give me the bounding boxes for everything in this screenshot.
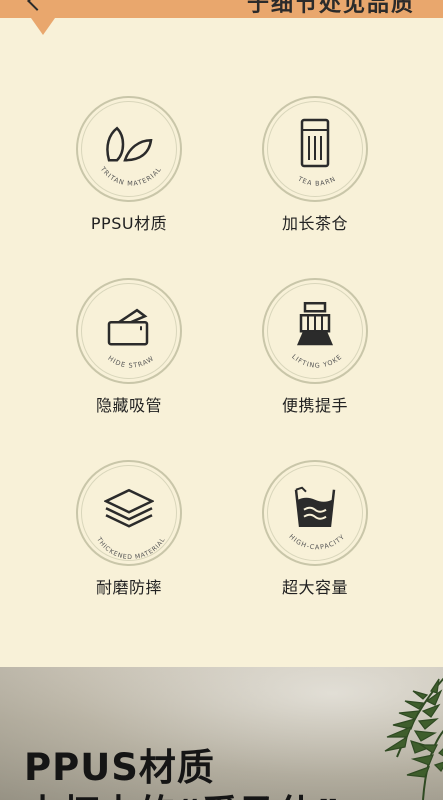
feature-title: PPSU材质 (90, 214, 168, 233)
feature-ppsu-material: TRITAN MATERIAL PPSU材质 (54, 96, 204, 234)
feature-thickened-material: THICKENED MATERIAL 耐磨防摔 (54, 460, 204, 598)
svg-text:THICKENED MATERIAL: THICKENED MATERIAL (95, 535, 167, 561)
svg-text:HIDE STRAW: HIDE STRAW (106, 354, 155, 370)
badge-arc-text: TRITAN MATERIAL (98, 164, 163, 187)
feature-badge: TRITAN MATERIAL (76, 96, 182, 202)
feature-title: 便携提手 (281, 396, 348, 415)
feature-title: 隐藏吸管 (95, 396, 162, 415)
badge-arc-text: TEA BARN (296, 174, 338, 187)
feature-lifting-yoke: LIFTING YOKE 便携提手 (240, 278, 390, 416)
feature-title: 超大容量 (281, 578, 348, 597)
hero-banner: PPUS材质 水杯中的“爱马仕” (0, 667, 443, 800)
badge-arc-text: LIFTING YOKE (290, 353, 344, 370)
feature-tea-barn: TEA BARN 加长茶仓 (240, 96, 390, 234)
badge-arc-text: THICKENED MATERIAL (95, 535, 167, 561)
banner-title: 于细节处见品质 (246, 0, 415, 17)
svg-text:TEA BARN: TEA BARN (296, 174, 338, 187)
feature-hide-straw: HIDE STRAW 隐藏吸管 (54, 278, 204, 416)
feature-title: 加长茶仓 (281, 214, 348, 233)
badge-arc-text: HIDE STRAW (106, 354, 155, 370)
feature-title: 耐磨防摔 (95, 578, 162, 597)
svg-text:HIGH-CAPACITY: HIGH-CAPACITY (287, 533, 346, 552)
banner-pointer (31, 18, 55, 35)
plant-icon (384, 677, 443, 800)
feature-high-capacity: HIGH-CAPACITY 超大容量 (240, 460, 390, 598)
feature-badge: TEA BARN (262, 96, 368, 202)
hero-subtitle: 水杯中的“爱马仕” (24, 783, 341, 800)
feature-badge: HIGH-CAPACITY (262, 460, 368, 566)
badge-arc-text: HIGH-CAPACITY (287, 533, 346, 552)
feature-badge: THICKENED MATERIAL (76, 460, 182, 566)
top-banner: 于细节处见品质 (0, 0, 443, 18)
corner-mark-icon (27, 0, 47, 11)
feature-badge: LIFTING YOKE (262, 278, 368, 384)
svg-text:TRITAN MATERIAL: TRITAN MATERIAL (98, 164, 163, 187)
svg-text:LIFTING YOKE: LIFTING YOKE (290, 353, 344, 370)
feature-badge: HIDE STRAW (76, 278, 182, 384)
